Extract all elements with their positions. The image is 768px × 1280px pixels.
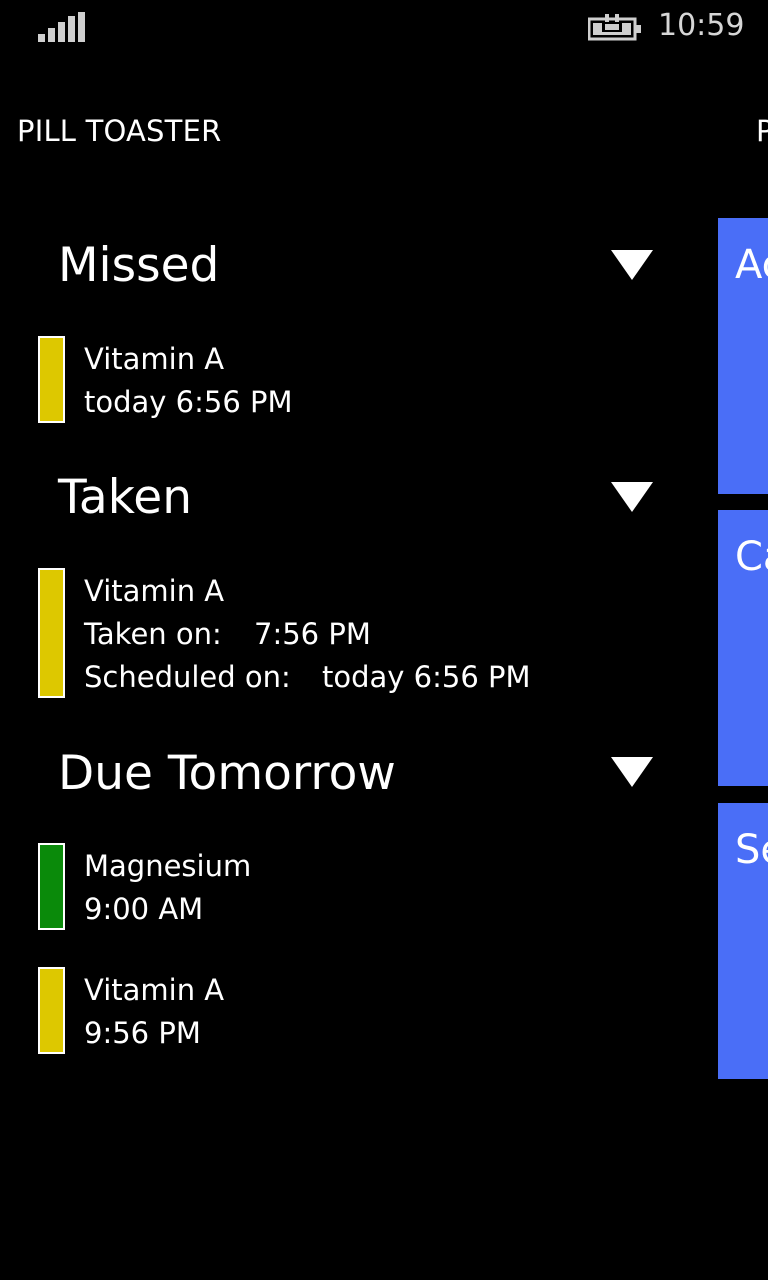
pill-time: 9:00 AM (84, 892, 204, 926)
app-screen: 10:59 PILL TOASTER P Missed Vitamin A to… (0, 0, 768, 1280)
taken-value: 7:56 PM (254, 617, 371, 651)
pill-color-bar (38, 843, 65, 930)
app-title: PILL TOASTER (17, 114, 222, 148)
group-header-taken[interactable]: Taken (58, 470, 192, 525)
tile-settings[interactable]: Se (718, 803, 768, 1079)
next-pivot-title[interactable]: P (756, 114, 768, 148)
group-header-due-tomorrow[interactable]: Due Tomorrow (58, 746, 396, 801)
tile-add[interactable]: Ac (718, 218, 768, 494)
taken-label: Taken on: (84, 617, 222, 651)
tile-label: Ca (735, 534, 768, 580)
chevron-down-icon[interactable] (611, 482, 653, 512)
pill-color-bar (38, 568, 65, 698)
status-time: 10:59 (658, 8, 745, 43)
battery-charging-icon (588, 14, 641, 41)
tile-label: Ac (735, 242, 768, 288)
chevron-down-icon[interactable] (611, 250, 653, 280)
signal-bars-icon (38, 12, 85, 42)
taken-row: Taken on: 7:56 PM (84, 613, 531, 656)
pill-color-bar (38, 967, 65, 1054)
scheduled-label: Scheduled on: (84, 660, 291, 694)
pill-name: Vitamin A (84, 342, 225, 376)
pill-name: Magnesium (84, 849, 252, 883)
pill-time: 9:56 PM (84, 1016, 201, 1050)
tile-calendar[interactable]: Ca (718, 510, 768, 786)
pill-time: today 6:56 PM (84, 385, 293, 419)
pill-name: Vitamin A (84, 973, 225, 1007)
status-bar: 10:59 (0, 0, 768, 56)
scheduled-row: Scheduled on: today 6:56 PM (84, 656, 531, 699)
scheduled-value: today 6:56 PM (322, 660, 531, 694)
pill-name: Vitamin A (84, 574, 225, 608)
group-header-missed[interactable]: Missed (58, 238, 219, 293)
pill-color-bar (38, 336, 65, 423)
tile-label: Se (735, 827, 768, 873)
chevron-down-icon[interactable] (611, 757, 653, 787)
